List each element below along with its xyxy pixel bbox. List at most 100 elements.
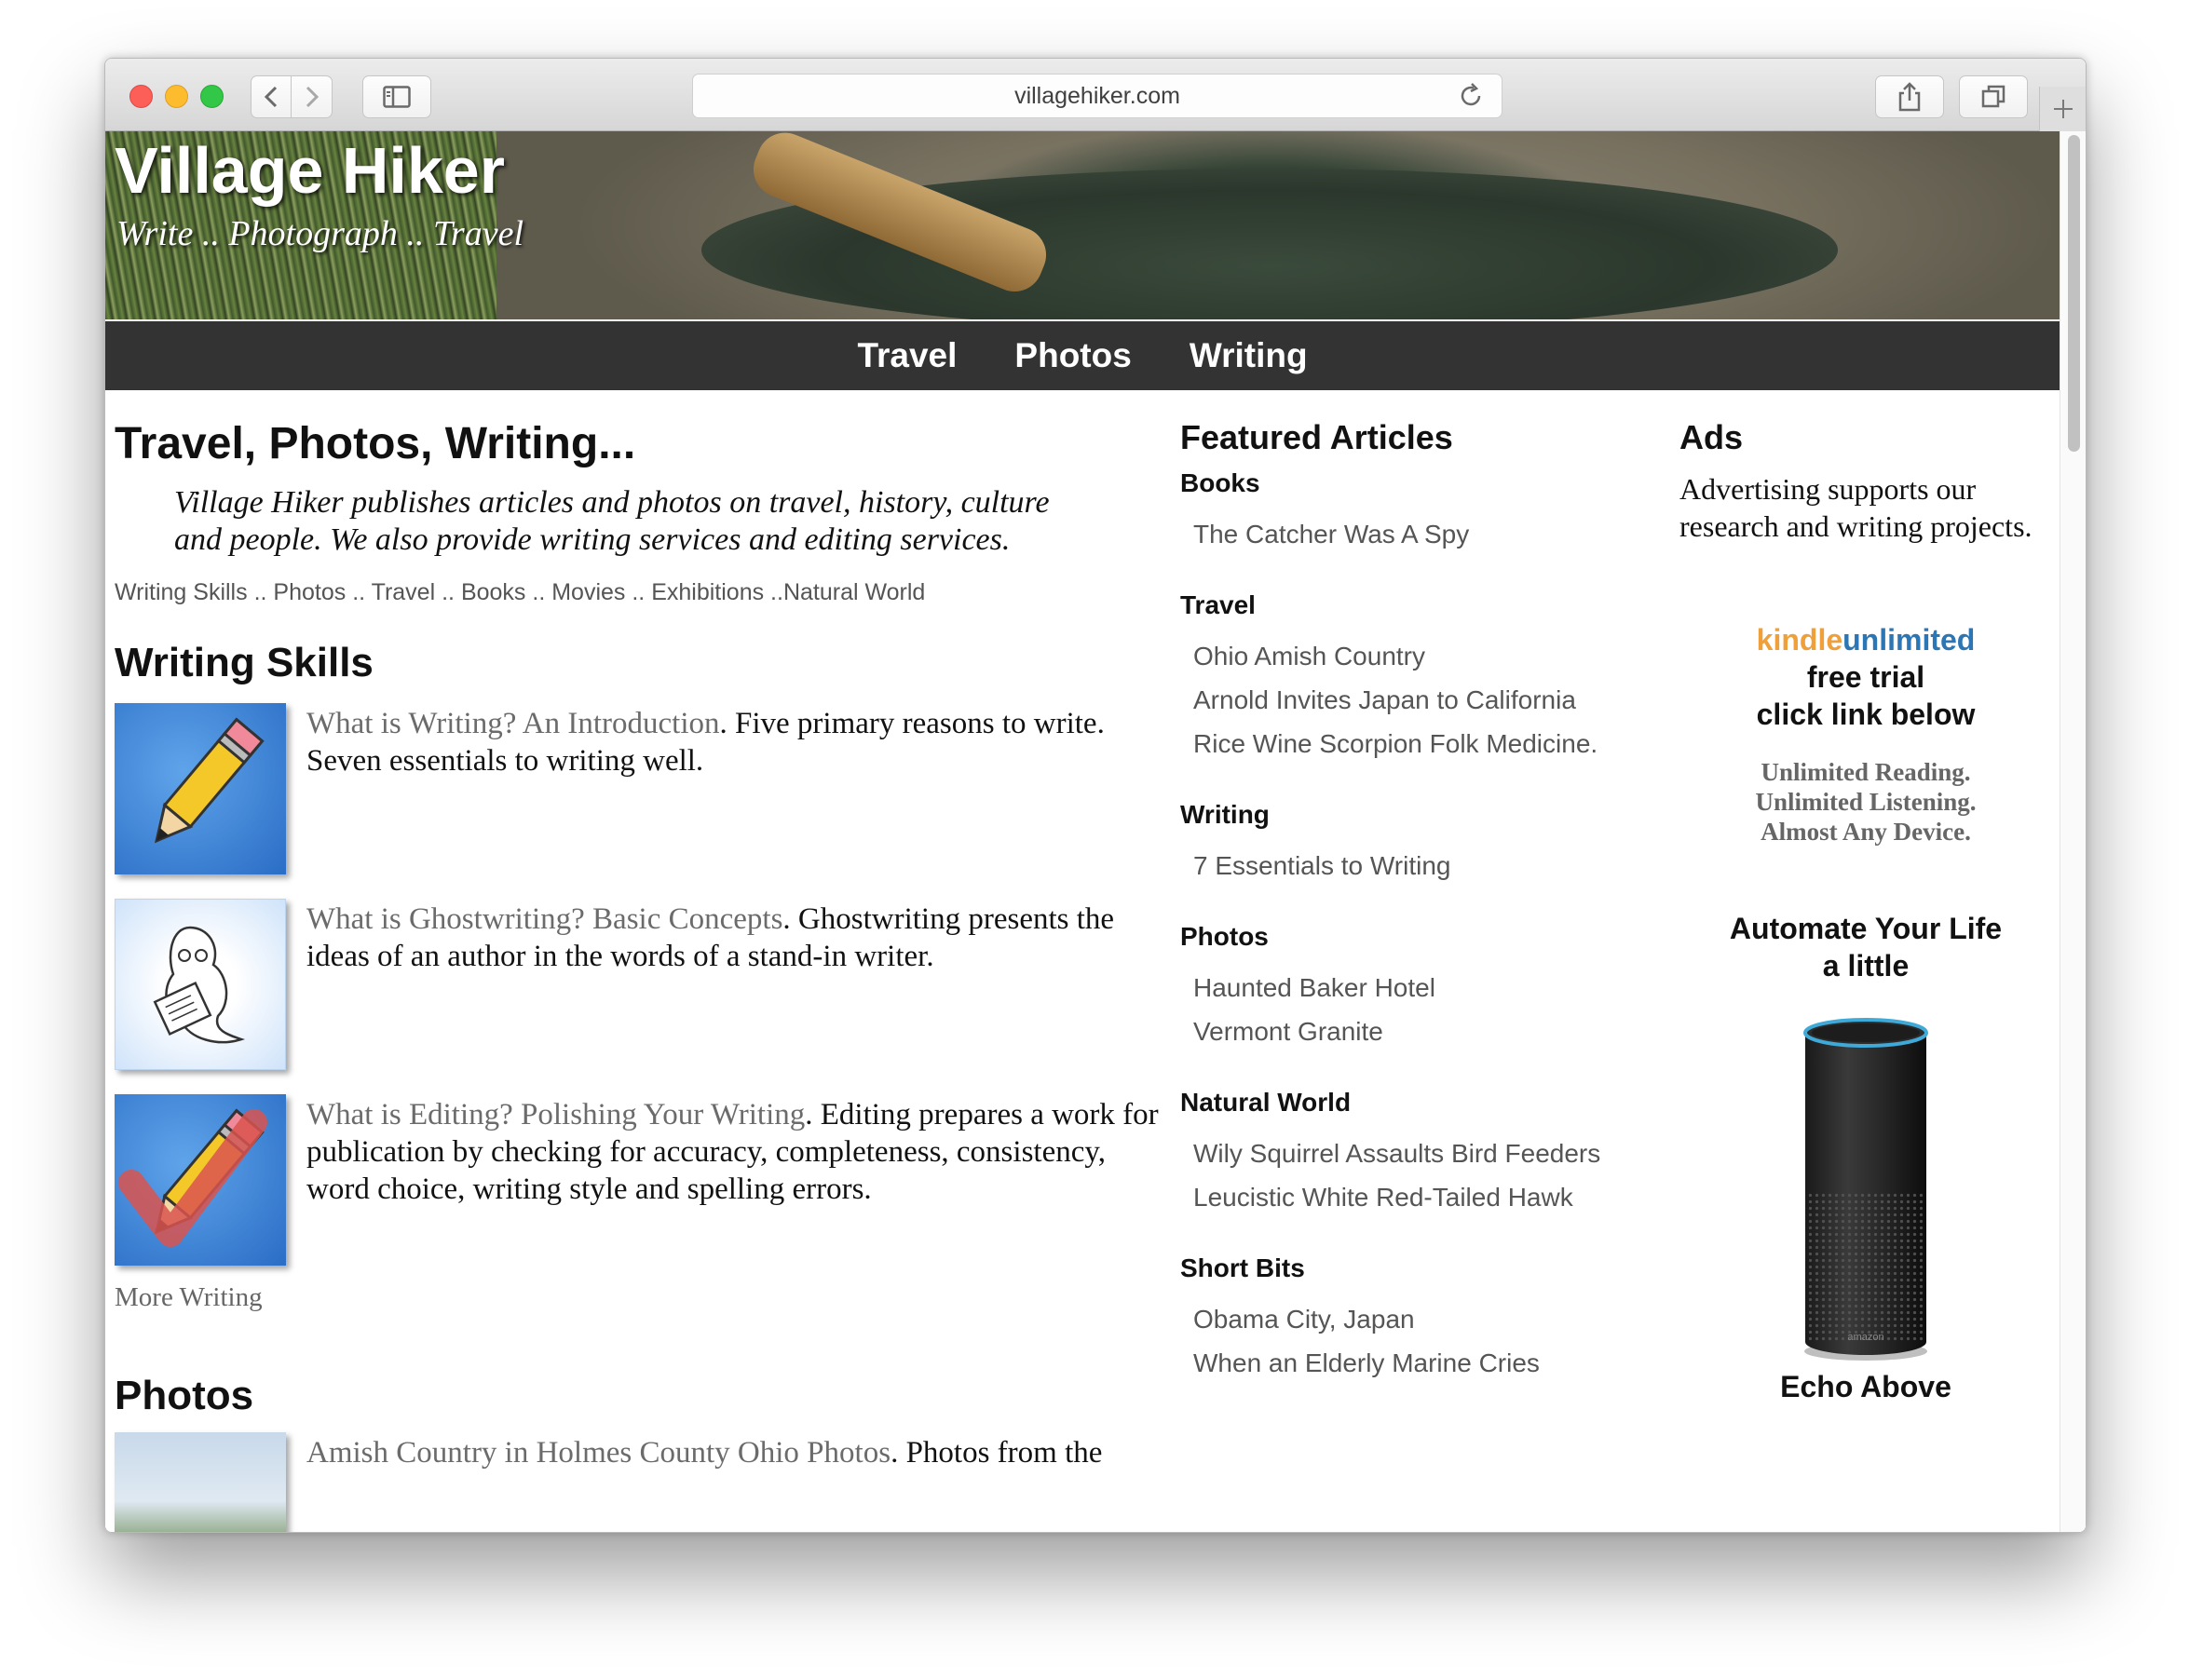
featured-link[interactable]: 7 Essentials to Writing (1193, 850, 1646, 881)
plus-icon (2053, 100, 2073, 118)
article-item: What is Ghostwriting? Basic Concepts. Gh… (115, 899, 1176, 1070)
featured-category-short-bits: Short Bits (1180, 1253, 1305, 1282)
main-content: Travel, Photos, Writing... Village Hiker… (115, 390, 1176, 1532)
kindle-logo: kindleunlimited (1679, 621, 2052, 658)
kindle-trial-text: free trial (1806, 660, 1925, 694)
featured-link[interactable]: The Catcher Was A Spy (1193, 519, 1646, 549)
article-link[interactable]: What is Writing? An Introduction (306, 707, 720, 740)
article-text: What is Ghostwriting? Basic Concepts. Gh… (306, 901, 1176, 1070)
pencil-checkmark-icon[interactable] (115, 1094, 286, 1266)
quick-links: Writing Skills .. Photos .. Travel .. Bo… (115, 579, 1176, 606)
featured-articles: Featured Articles Books The Catcher Was … (1180, 390, 1646, 1378)
back-button[interactable] (251, 75, 292, 118)
featured-link[interactable]: Leucistic White Red-Tailed Hawk (1193, 1182, 1646, 1213)
separator: .. (435, 579, 461, 605)
echo-device-image[interactable]: amazon (1679, 1016, 2052, 1362)
kindle-logo-part: unlimited (1842, 623, 1976, 657)
quicklink-books[interactable]: Books (461, 579, 525, 605)
kindle-sub-line: Unlimited Listening. (1755, 788, 1977, 816)
featured-link[interactable]: Obama City, Japan (1193, 1304, 1646, 1335)
featured-heading: Featured Articles (1180, 418, 1453, 456)
forward-button[interactable] (292, 75, 333, 118)
site-title[interactable]: Village Hiker (115, 133, 505, 208)
close-window-button[interactable] (129, 85, 153, 108)
minimize-window-button[interactable] (165, 85, 188, 108)
quicklink-writing-skills[interactable]: Writing Skills (115, 579, 248, 605)
main-navbar: Travel Photos Writing (105, 319, 2060, 390)
separator: .. (525, 579, 552, 605)
scrollbar-thumb[interactable] (2068, 135, 2080, 452)
article-item: What is Writing? An Introduction. Five p… (115, 703, 1176, 874)
sidebar-icon (383, 86, 411, 108)
url-text: villagehiker.com (1014, 82, 1180, 109)
nav-writing[interactable]: Writing (1190, 336, 1308, 375)
article-text: What is Writing? An Introduction. Five p… (306, 705, 1176, 874)
automate-line: a little (1822, 949, 1910, 982)
article-item: What is Editing? Polishing Your Writing.… (115, 1094, 1176, 1266)
kindle-logo-part: kindle (1756, 623, 1843, 657)
browser-window: villagehiker.com Village Hiker Write .. … (104, 58, 2087, 1533)
featured-category-books: Books (1180, 468, 1260, 497)
quicklink-exhibitions[interactable]: Exhibitions (651, 579, 764, 605)
new-tab-button[interactable] (2039, 87, 2086, 131)
pencil-icon[interactable] (115, 703, 286, 874)
tabs-icon (1981, 85, 2005, 108)
featured-link[interactable]: Ohio Amish Country (1193, 641, 1646, 671)
kindle-unlimited-ad[interactable]: kindleunlimited free trial click link be… (1679, 621, 2052, 847)
section-heading-writing-skills: Writing Skills (115, 640, 374, 685)
ads-column: Ads Advertising supports our research an… (1679, 390, 2052, 1404)
article-text: What is Editing? Polishing Your Writing.… (306, 1096, 1176, 1266)
article-link[interactable]: Amish Country in Holmes County Ohio Phot… (306, 1436, 891, 1470)
chevron-left-icon (264, 86, 278, 108)
ads-heading: Ads (1679, 418, 1744, 456)
article-text: Amish Country in Holmes County Ohio Phot… (306, 1434, 1103, 1532)
automate-line: Automate Your Life (1729, 912, 2003, 945)
reload-icon[interactable] (1457, 82, 1485, 110)
share-button[interactable] (1875, 75, 1944, 118)
ads-text: Advertising supports our research and wr… (1679, 472, 2033, 543)
amazon-echo-image: amazon (1803, 1018, 1928, 1361)
vertical-scrollbar[interactable] (2060, 131, 2086, 1532)
separator: .. (247, 579, 274, 605)
share-icon (1898, 82, 1921, 112)
browser-toolbar: villagehiker.com (105, 59, 2086, 131)
quicklink-travel[interactable]: Travel (372, 579, 436, 605)
section-heading-photos: Photos (115, 1373, 254, 1418)
featured-link[interactable]: When an Elderly Marine Cries (1193, 1348, 1646, 1378)
featured-category-photos: Photos (1180, 922, 1269, 951)
page-viewport: Village Hiker Write .. Photograph .. Tra… (105, 131, 2086, 1532)
featured-link[interactable]: Arnold Invites Japan to California (1193, 684, 1646, 715)
nav-travel[interactable]: Travel (857, 336, 957, 375)
site-header: Village Hiker Write .. Photograph .. Tra… (105, 131, 2060, 319)
amish-photo-thumbnail[interactable] (115, 1432, 286, 1532)
separator: .. (346, 579, 372, 605)
featured-category-writing: Writing (1180, 800, 1270, 829)
kindle-subtext: Unlimited Reading. Unlimited Listening. … (1679, 757, 2052, 847)
kindle-sub-line: Almost Any Device. (1761, 818, 1971, 846)
address-bar[interactable]: villagehiker.com (692, 74, 1502, 118)
echo-brand-logo: amazon (1847, 1332, 1883, 1343)
chevron-right-icon (306, 86, 319, 108)
ghost-writer-icon[interactable] (115, 899, 286, 1070)
quicklink-natural-world[interactable]: Natural World (783, 579, 925, 605)
more-writing-link[interactable]: More Writing (115, 1282, 1176, 1313)
separator: .. (625, 579, 652, 605)
sidebar-toggle-button[interactable] (362, 75, 431, 118)
nav-photos[interactable]: Photos (1014, 336, 1131, 375)
quicklink-movies[interactable]: Movies (551, 579, 625, 605)
article-description: . Photos from the (891, 1436, 1103, 1470)
article-item: Amish Country in Holmes County Ohio Phot… (115, 1432, 1176, 1532)
kindle-sub-line: Unlimited Reading. (1761, 758, 1971, 786)
article-link[interactable]: What is Editing? Polishing Your Writing (306, 1098, 805, 1131)
zoom-window-button[interactable] (200, 85, 224, 108)
featured-link[interactable]: Haunted Baker Hotel (1193, 972, 1646, 1003)
article-link[interactable]: What is Ghostwriting? Basic Concepts (306, 902, 782, 936)
page-heading: Travel, Photos, Writing... (115, 419, 636, 468)
featured-link[interactable]: Vermont Granite (1193, 1016, 1646, 1047)
kindle-click-text: click link below (1756, 698, 1976, 731)
quicklink-photos[interactable]: Photos (273, 579, 346, 605)
featured-link[interactable]: Rice Wine Scorpion Folk Medicine. (1193, 728, 1646, 759)
tabs-overview-button[interactable] (1959, 75, 2028, 118)
featured-link[interactable]: Wily Squirrel Assaults Bird Feeders (1193, 1138, 1646, 1169)
separator: .. (764, 579, 783, 605)
